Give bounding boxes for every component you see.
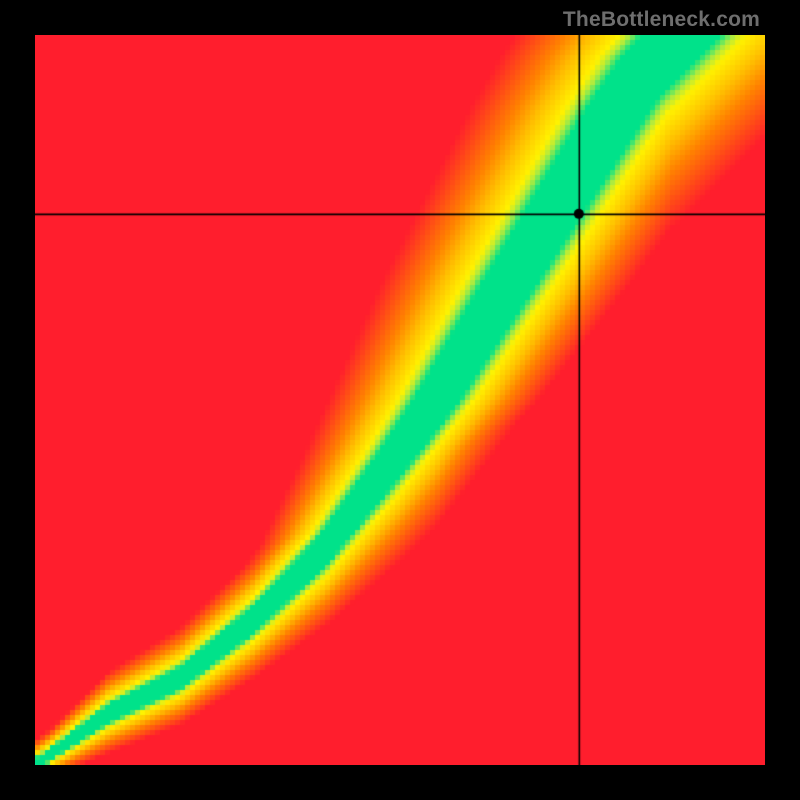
watermark-text: TheBottleneck.com xyxy=(563,8,760,32)
plot-area xyxy=(35,35,765,765)
chart-frame: TheBottleneck.com xyxy=(0,0,800,800)
crosshair-overlay xyxy=(35,35,765,765)
